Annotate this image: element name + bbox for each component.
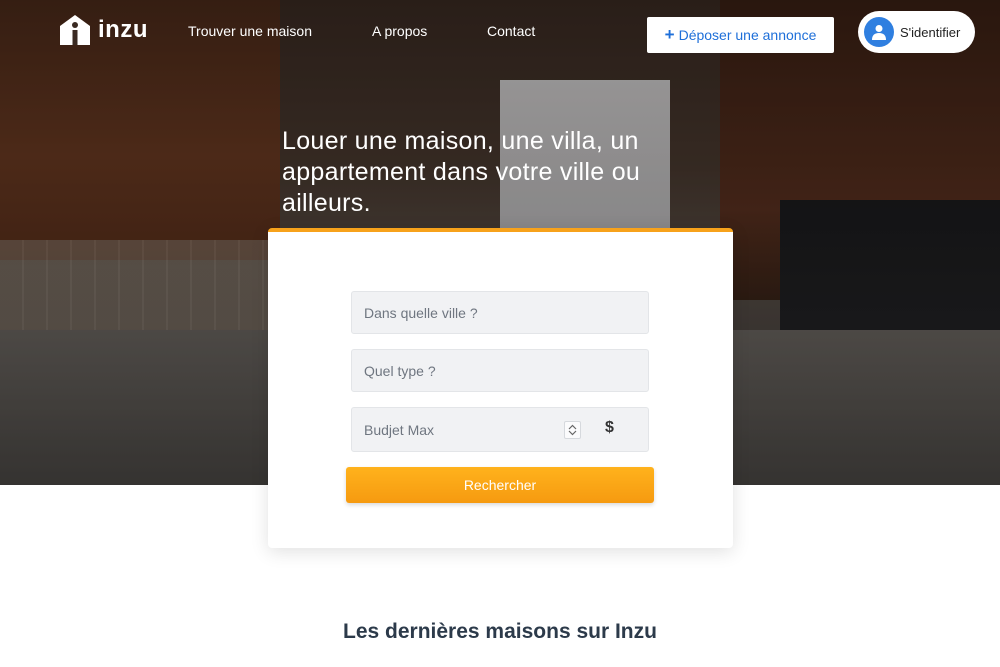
- post-listing-button[interactable]: + Déposer une annonce: [647, 17, 834, 53]
- type-select[interactable]: Quel type ?: [351, 349, 649, 392]
- house-i-icon: [60, 15, 90, 45]
- search-button[interactable]: Rechercher: [346, 467, 654, 503]
- plus-icon: +: [664, 25, 675, 44]
- up-down-icon[interactable]: [564, 421, 581, 439]
- city-placeholder: Dans quelle ville ?: [364, 304, 478, 321]
- signin-label: S'identifier: [900, 24, 961, 40]
- city-input[interactable]: Dans quelle ville ?: [351, 291, 649, 334]
- user-icon: [864, 17, 894, 47]
- latest-houses-title: Les dernières maisons sur Inzu: [343, 620, 657, 643]
- hero-headline: Louer une maison, une villa, un appartem…: [282, 127, 641, 217]
- top-nav: inzu Trouver une maison A propos Contact…: [0, 0, 1000, 64]
- currency-symbol: $: [605, 419, 614, 436]
- budget-input[interactable]: Budjet Max $: [351, 407, 649, 452]
- brand-logo[interactable]: inzu: [58, 14, 148, 46]
- signin-button[interactable]: S'identifier: [858, 11, 975, 53]
- brand-name: inzu: [98, 16, 148, 43]
- nav-link-contact[interactable]: Contact: [487, 23, 535, 39]
- nav-link-find-house[interactable]: Trouver une maison: [188, 23, 312, 39]
- nav-link-about[interactable]: A propos: [372, 23, 427, 39]
- post-listing-label: Déposer une annonce: [678, 27, 817, 43]
- type-placeholder: Quel type ?: [364, 362, 436, 379]
- budget-placeholder: Budjet Max: [364, 421, 435, 438]
- search-card: Dans quelle ville ? Quel type ? Budjet M…: [268, 228, 733, 548]
